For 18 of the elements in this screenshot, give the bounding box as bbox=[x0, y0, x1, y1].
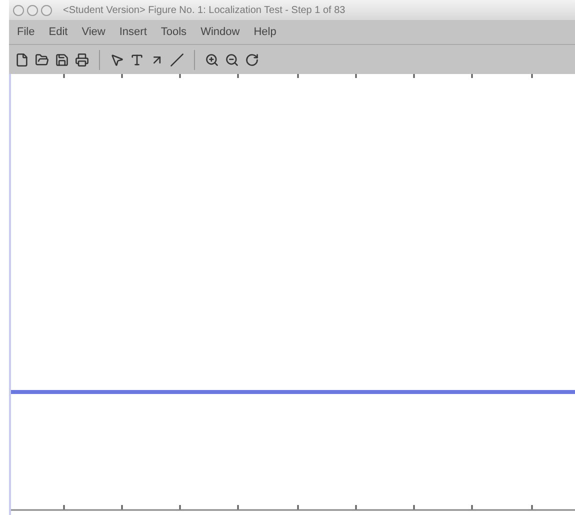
line-icon[interactable] bbox=[170, 52, 184, 66]
menu-item[interactable]: File bbox=[17, 24, 35, 40]
save-icon[interactable] bbox=[55, 52, 69, 66]
window-title: <Student Version> Figure No. 1: Localization Test - Step 1 of 83 bbox=[63, 4, 346, 18]
rotate-icon[interactable] bbox=[245, 52, 259, 66]
zoom-in-icon[interactable] bbox=[205, 52, 219, 66]
menu-item[interactable]: Tools bbox=[160, 24, 187, 40]
pointer-icon[interactable] bbox=[110, 52, 124, 66]
menu-item[interactable]: Help bbox=[254, 24, 276, 40]
folder-icon[interactable] bbox=[35, 52, 49, 66]
zoom-out-icon[interactable] bbox=[225, 52, 239, 66]
menu-item[interactable]: View bbox=[82, 24, 106, 40]
new-file-icon[interactable] bbox=[15, 52, 29, 66]
menu-item[interactable]: Edit bbox=[48, 24, 68, 40]
menu-item[interactable]: Insert bbox=[119, 24, 147, 40]
printer-icon[interactable] bbox=[75, 52, 89, 66]
text-tool-icon[interactable] bbox=[130, 52, 144, 66]
menu-item[interactable]: Window bbox=[200, 24, 240, 40]
